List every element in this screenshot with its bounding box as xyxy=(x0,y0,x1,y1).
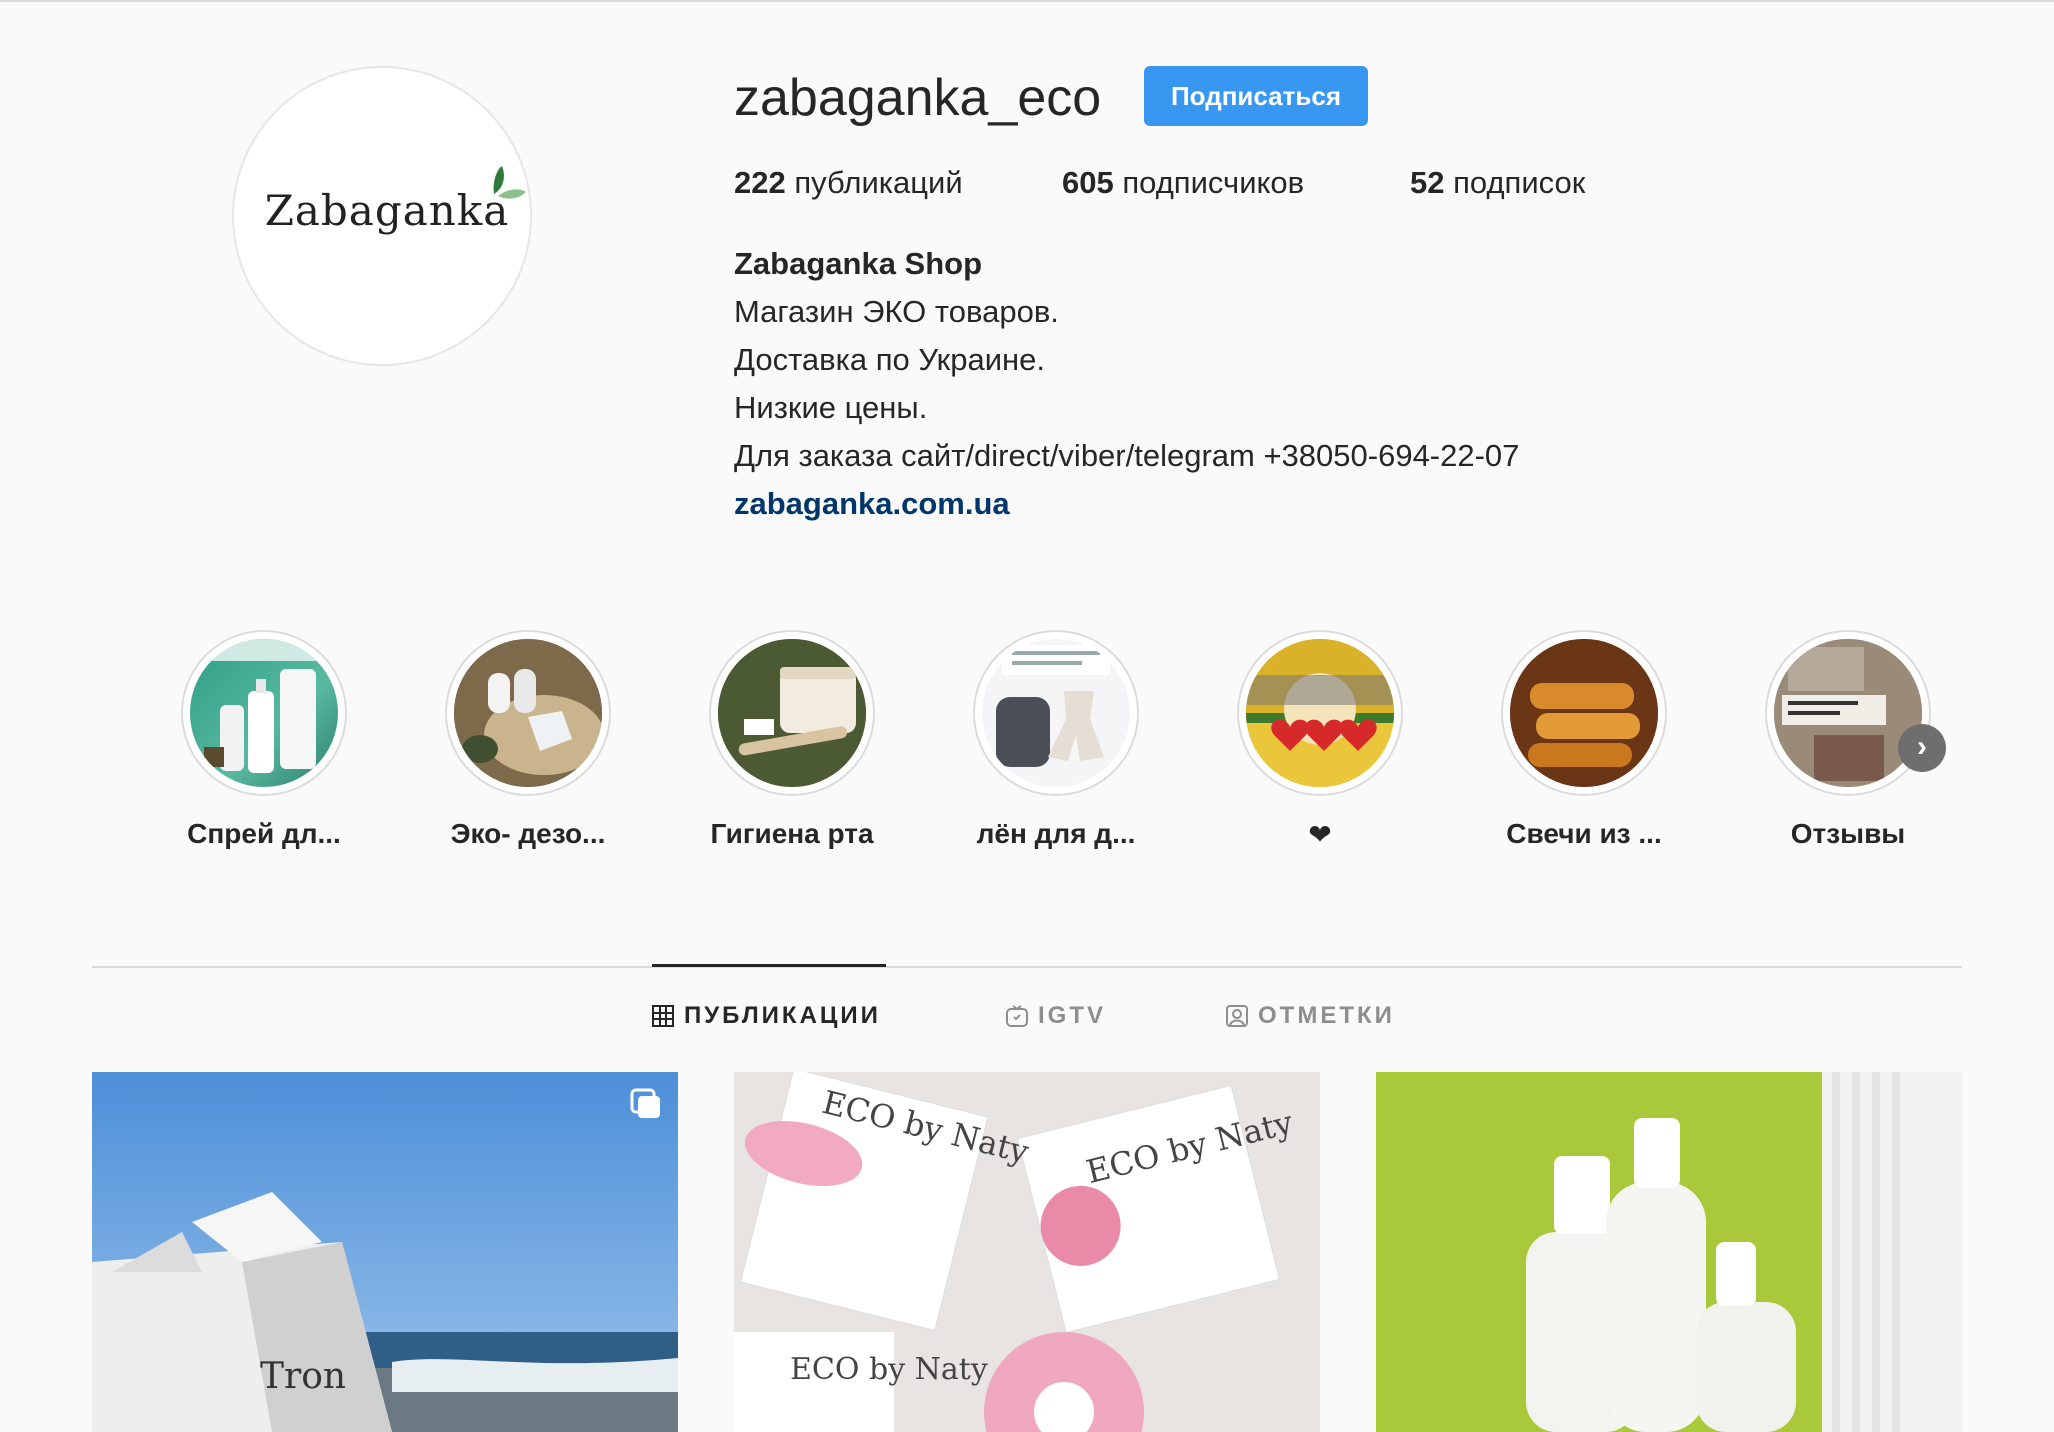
beach-box-photo xyxy=(92,1072,678,1432)
highlight-label: Гигиена рта xyxy=(710,818,874,849)
bio-line: Доставка по Украине. xyxy=(734,342,1046,377)
highlight-cover xyxy=(1765,630,1931,796)
multiple-photos-icon xyxy=(630,1088,660,1118)
highlight-item[interactable]: лён для д... xyxy=(936,630,1176,850)
tab-label: ПУБЛИКАЦИИ xyxy=(684,1002,881,1029)
followers-count: 605 xyxy=(1062,165,1114,200)
tab-igtv[interactable]: IGTV xyxy=(1006,1002,1106,1030)
highlight-label: Эко- дезо... xyxy=(450,818,606,849)
bio-line: Низкие цены. xyxy=(734,390,928,425)
box-text: Tron xyxy=(260,1356,347,1397)
highlight-label: Спрей дл... xyxy=(187,818,341,849)
top-divider xyxy=(0,0,2054,6)
spray-bottles-thumbnail xyxy=(190,639,338,773)
highlight-cover xyxy=(1237,630,1403,796)
bio-line: Магазин ЭКО товаров. xyxy=(734,294,1059,329)
highlight-cover xyxy=(973,630,1139,796)
tab-tagged[interactable]: ОТМЕТКИ xyxy=(1226,1002,1395,1030)
profile-username: zabaganka_eco xyxy=(734,69,1102,127)
igtv-icon xyxy=(1006,1005,1028,1027)
spray-bottles-photo xyxy=(1376,1072,1962,1432)
highlight-item[interactable]: Гигиена рта xyxy=(672,630,912,850)
tabs-divider xyxy=(92,966,1962,968)
reviews-thumbnail xyxy=(1774,639,1922,787)
avatar-logo-text: Zabaganka xyxy=(264,186,510,235)
posts-stat: 222 публикаций xyxy=(734,162,963,204)
active-tab-indicator xyxy=(652,964,886,967)
highlight-label: лён для д... xyxy=(976,818,1136,849)
following-stat[interactable]: 52 подписок xyxy=(1410,162,1585,204)
bio-line: Для заказа сайт/direct/viber/telegram +3… xyxy=(734,438,1520,473)
following-label: подписок xyxy=(1453,165,1586,200)
tab-posts[interactable]: ПУБЛИКАЦИИ xyxy=(652,1002,881,1030)
highlight-label: Отзывы xyxy=(1790,818,1906,849)
highlight-cover xyxy=(181,630,347,796)
followers-label: подписчиков xyxy=(1122,165,1305,200)
tab-label: IGTV xyxy=(1038,1002,1107,1029)
grid-icon xyxy=(652,1005,674,1027)
tab-label: ОТМЕТКИ xyxy=(1258,1002,1395,1029)
bamboo-tableware-thumbnail xyxy=(1246,639,1394,787)
highlight-cover xyxy=(709,630,875,796)
linen-baby-thumbnail xyxy=(982,639,1130,787)
bio-full-name: Zabaganka Shop xyxy=(734,246,983,281)
followers-stat[interactable]: 605 подписчиков xyxy=(1062,162,1304,204)
follow-button[interactable]: Подписаться xyxy=(1144,66,1368,126)
story-highlights: Спрей дл... Эко- дезо... Гигиена рта лён… xyxy=(0,630,2054,860)
highlight-label: ❤ xyxy=(1308,819,1332,850)
highlight-item[interactable]: Свечи из ... xyxy=(1464,630,1704,850)
chevron-right-icon[interactable]: › xyxy=(1898,724,1946,772)
highlight-item[interactable]: Эко- дезо... xyxy=(408,630,648,850)
profile-bio: Zabaganka Shop Магазин ЭКО товаров. Дост… xyxy=(734,240,1519,528)
brand-text: ECO by Naty xyxy=(790,1352,988,1387)
toothpaste-jar-thumbnail xyxy=(718,639,866,787)
deodorant-crystals-thumbnail xyxy=(454,639,602,787)
highlight-item[interactable]: Спрей дл... xyxy=(144,630,384,850)
tagged-icon xyxy=(1226,1005,1248,1027)
posts-label: публикаций xyxy=(794,165,963,200)
profile-avatar[interactable]: Zabaganka xyxy=(232,66,532,366)
posts-count: 222 xyxy=(734,165,786,200)
highlight-item[interactable]: ❤ xyxy=(1200,630,1440,851)
post-thumbnail[interactable]: Tron xyxy=(92,1072,678,1432)
highlight-cover xyxy=(445,630,611,796)
leaf-icon xyxy=(493,166,526,199)
post-thumbnail[interactable] xyxy=(1376,1072,1962,1432)
post-thumbnail[interactable]: ECO by Naty ECO by Naty ECO by Naty xyxy=(734,1072,1320,1432)
highlight-cover xyxy=(1501,630,1667,796)
beeswax-candles-thumbnail xyxy=(1510,639,1658,787)
following-count: 52 xyxy=(1410,165,1445,200)
highlight-label: Свечи из ... xyxy=(1506,818,1662,849)
bio-website-link[interactable]: zabaganka.com.ua xyxy=(734,480,1519,528)
